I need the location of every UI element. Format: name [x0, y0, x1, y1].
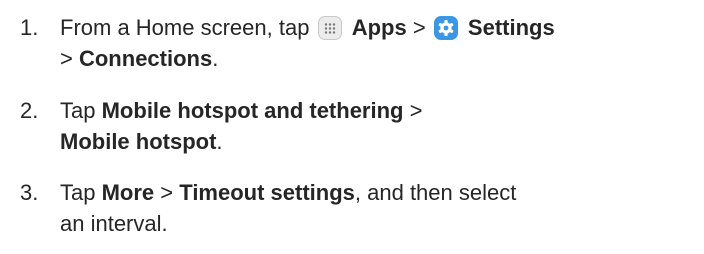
settings-gear-icon — [433, 16, 458, 40]
step-text-segment: From a Home screen, tap — [60, 15, 310, 40]
step-line: an interval. — [60, 208, 700, 239]
step-text: Tap Mobile hotspot and tethering > Mobil… — [60, 95, 700, 157]
step-text: From a Home screen, tap Apps > Settings … — [60, 12, 700, 74]
step-line: Mobile hotspot. — [60, 126, 700, 157]
connections-label: Connections — [78, 46, 213, 71]
apps-grid-icon — [317, 16, 342, 40]
more-label: More — [101, 180, 155, 205]
path-separator: > — [409, 98, 423, 123]
step-text: Tap More > Timeout settings, and then se… — [60, 177, 700, 239]
settings-label: Settings — [467, 15, 555, 40]
step-text-segment: , and then select — [354, 180, 517, 205]
mobile-hotspot-and-tethering-label: Mobile hotspot and tethering — [101, 98, 404, 123]
step-text-segment: . — [212, 46, 219, 71]
step-line: From a Home screen, tap Apps > Settings — [60, 12, 700, 43]
step-text-segment: Tap — [60, 180, 96, 205]
step-number: 1. — [20, 15, 39, 40]
step-text-segment: . — [216, 129, 223, 154]
step-line: > Connections. — [60, 43, 700, 74]
path-separator: > — [60, 46, 73, 71]
apps-label: Apps — [351, 15, 407, 40]
step-number: 3. — [20, 180, 39, 205]
mobile-hotspot-label: Mobile hotspot — [60, 129, 217, 154]
path-separator: > — [412, 15, 426, 40]
step-text-segment: an interval. — [60, 211, 168, 236]
path-separator: > — [160, 180, 174, 205]
step-text-segment: Tap — [60, 98, 96, 123]
step-number: 2. — [20, 98, 39, 123]
step-line: Tap More > Timeout settings, and then se… — [60, 177, 700, 208]
step-line: Tap Mobile hotspot and tethering > — [60, 95, 700, 126]
timeout-settings-label: Timeout settings — [179, 180, 355, 205]
